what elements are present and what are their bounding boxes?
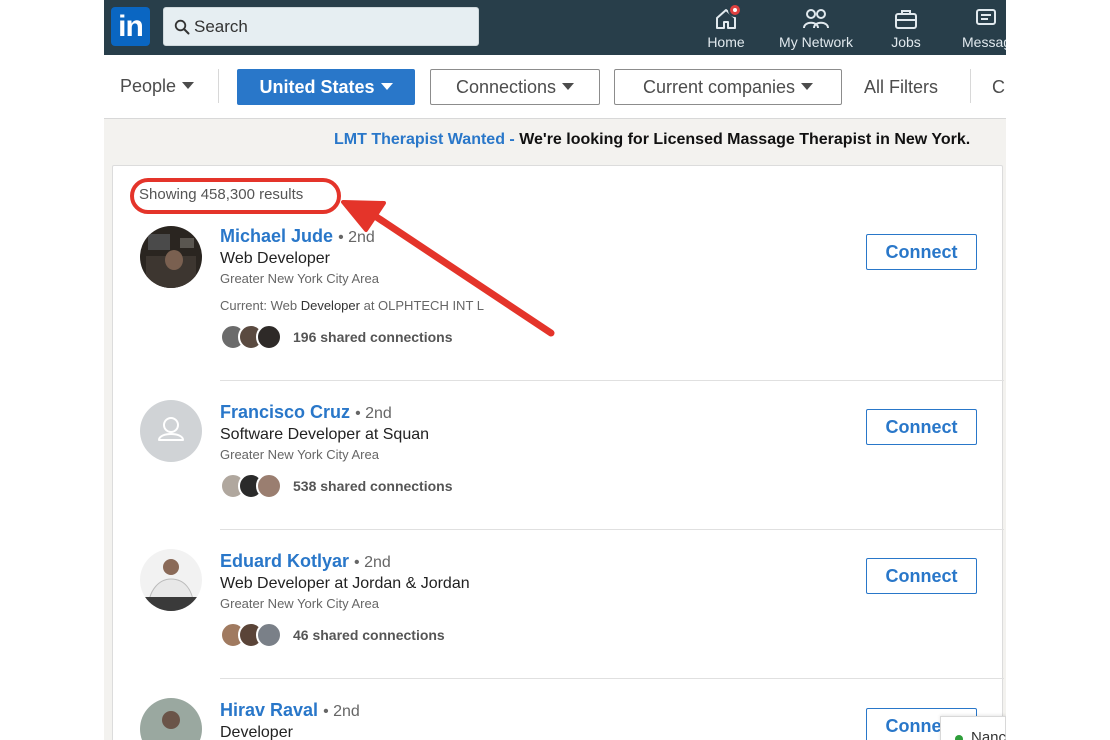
current-companies-filter-label: Current companies [642,77,796,97]
nav-messaging[interactable]: Messaging [962,0,1006,55]
ad-link[interactable]: LMT Therapist Wanted - [334,131,515,148]
result-location: Greater New York City Area [220,596,379,611]
result-location: Greater New York City Area [220,271,379,286]
connections-filter-button[interactable]: Connections [430,69,600,105]
search-icon [174,19,190,35]
messaging-popup[interactable]: Nanc [940,716,1006,740]
linkedin-app: in Home [104,0,1006,740]
messaging-icon [976,9,996,25]
avatar[interactable] [140,549,202,611]
messaging-contact-name: Nanc [971,729,1006,740]
nav-messaging-label: Messaging [962,34,1006,50]
result-name[interactable]: Eduard Kotlyar • 2nd [220,551,391,572]
divider [970,69,971,103]
caret-down-icon [182,82,195,89]
caret-down-icon [380,83,393,90]
result-headline: Software Developer at Squan [220,426,430,443]
annotation-highlight-circle [130,178,341,214]
connection-degree: • 2nd [355,405,392,422]
connection-degree: • 2nd [338,229,375,246]
shared-connections-count: 46 shared connections [293,627,445,643]
nav-home[interactable]: Home [701,0,751,55]
result-divider [220,678,1004,679]
result-name[interactable]: Francisco Cruz • 2nd [220,402,392,423]
connect-button[interactable]: Connect [866,558,977,594]
nav-my-network-label: My Network [779,34,853,50]
search-box[interactable] [163,7,479,46]
caret-down-icon [562,83,575,90]
connection-degree: • 2nd [323,703,360,720]
location-filter-button[interactable]: United States [237,69,415,105]
shared-connections-count: 196 shared connections [293,329,453,345]
result-headline: Web Developer [220,250,330,267]
person-placeholder-icon [158,417,184,441]
connection-degree: • 2nd [354,554,391,571]
person-name[interactable]: Hirav Raval [220,700,318,720]
result-name[interactable]: Michael Jude • 2nd [220,226,375,247]
result-divider [220,380,1004,381]
linkedin-logo[interactable]: in [111,7,150,46]
result-headline: Developer [220,724,293,740]
notification-badge [728,3,742,17]
shared-avatar [256,324,282,350]
ad-text: We're looking for Licensed Massage Thera… [519,131,971,148]
result-name[interactable]: Hirav Raval • 2nd [220,700,360,721]
result-location: Greater New York City Area [220,447,379,462]
online-status-indicator [955,735,963,740]
divider [218,69,219,103]
nav-jobs[interactable]: Jobs [886,0,926,55]
nav-home-label: Home [707,34,745,50]
person-name[interactable]: Francisco Cruz [220,402,350,422]
avatar-placeholder[interactable] [140,400,202,462]
screenshot-stage: in Home [0,0,1110,740]
shared-avatar [256,473,282,499]
current-prefix: Current: Web [220,298,298,313]
current-highlight: Developer [300,298,360,313]
connections-filter-label: Connections [455,77,557,97]
result-headline: Web Developer at Jordan & Jordan [220,575,470,592]
top-nav-bar: in Home [104,0,1006,55]
person-name[interactable]: Eduard Kotlyar [220,551,349,571]
shared-connections-count: 538 shared connections [293,478,453,494]
result-divider [220,529,1004,530]
filter-bar: People United States Connections Current… [104,55,1006,119]
search-input[interactable] [194,8,474,45]
location-filter-label: United States [259,77,375,97]
current-suffix: at OLPHTECH INT L [363,298,484,313]
person-name[interactable]: Michael Jude [220,226,333,246]
connect-button[interactable]: Connect [866,234,977,270]
people-filter-label: People [120,76,177,96]
connect-button[interactable]: Connect [866,409,977,445]
search-results-card: Showing 458,300 results Michael Jude • 2… [112,165,1004,740]
caret-down-icon [801,83,814,90]
all-filters-button[interactable]: All Filters [864,77,938,98]
nav-my-network[interactable]: My Network [776,0,856,55]
avatar[interactable] [140,226,202,288]
nav-jobs-label: Jobs [891,34,921,50]
shared-avatar [256,622,282,648]
people-filter-dropdown[interactable]: People [120,76,195,97]
current-companies-filter-button[interactable]: Current companies [614,69,842,105]
sponsored-ad[interactable]: LMT Therapist Wanted - We're looking for… [334,131,970,149]
briefcase-icon [895,10,917,29]
result-current-position: Current: Web Developer at OLPHTECH INT L [220,298,484,313]
avatar[interactable] [140,698,202,740]
network-icon [803,9,829,29]
clear-filter-button[interactable]: C [992,77,1005,98]
